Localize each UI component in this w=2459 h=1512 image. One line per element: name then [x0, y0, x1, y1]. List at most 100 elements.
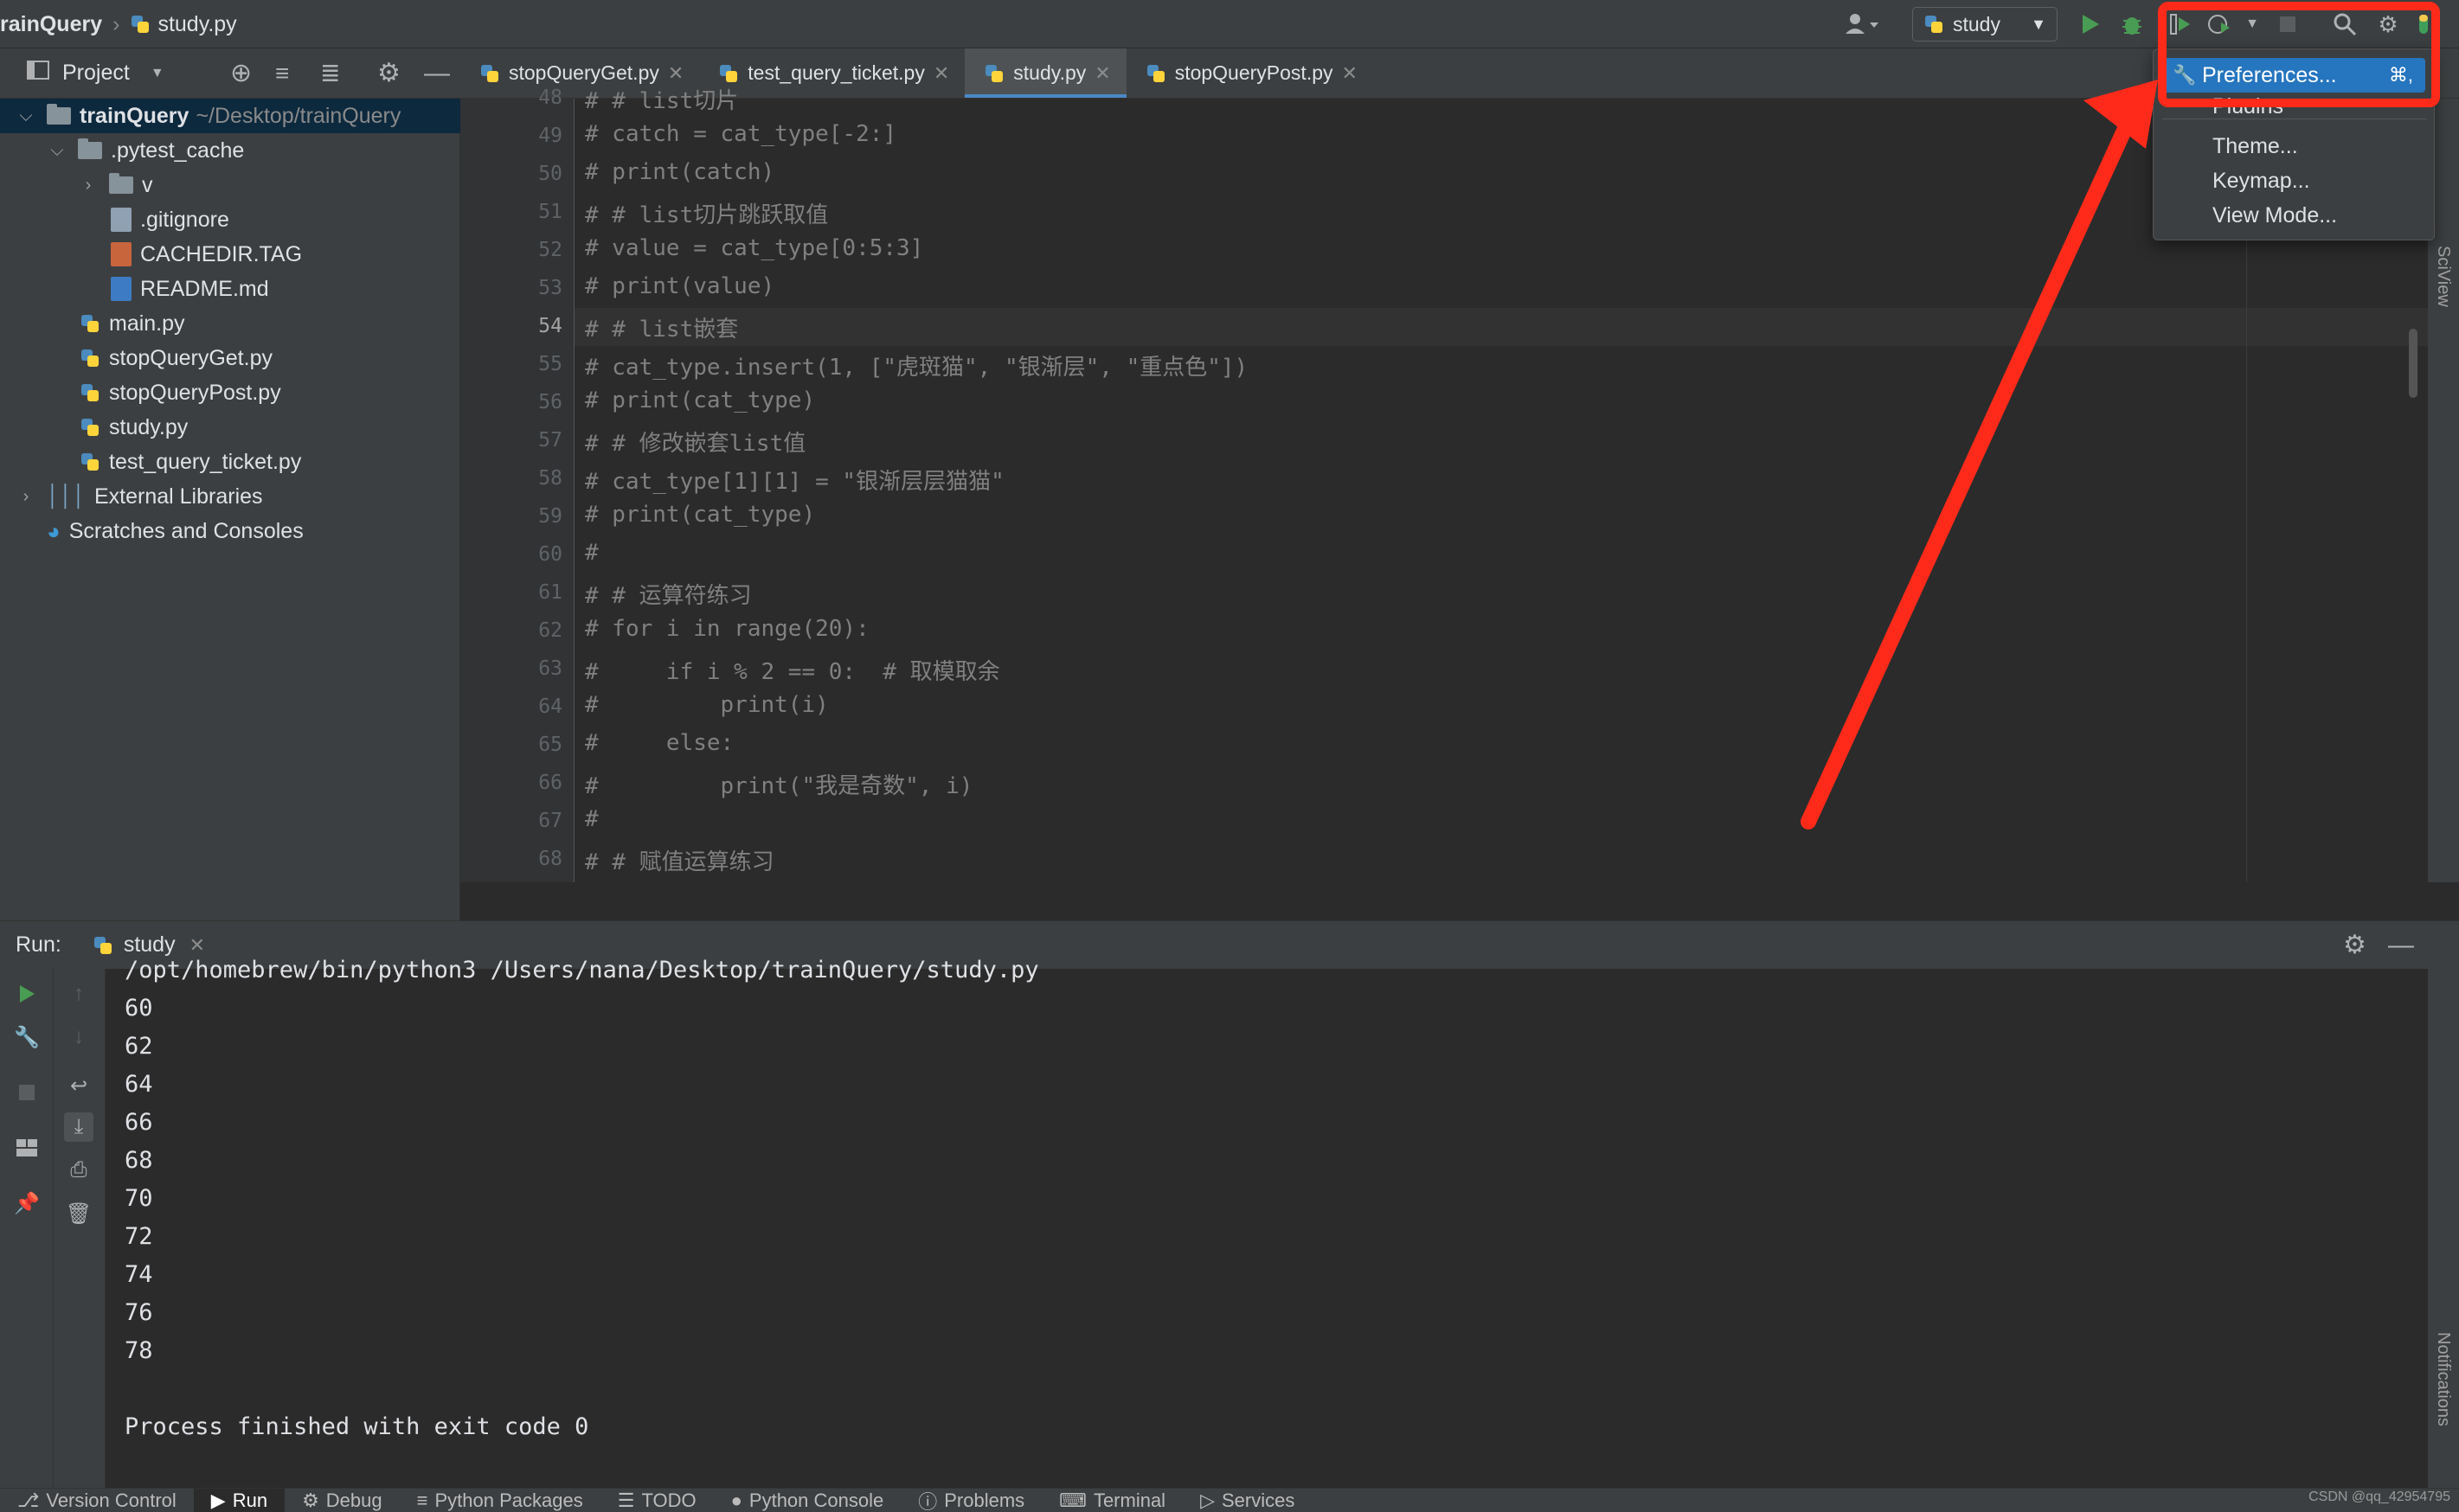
- statusbar-debug[interactable]: ⚙ Debug: [285, 1489, 400, 1512]
- code-line[interactable]: # else:: [585, 730, 734, 756]
- code-line[interactable]: # for i in range(20):: [585, 616, 870, 642]
- close-icon[interactable]: ✕: [1095, 62, 1110, 85]
- code-line[interactable]: # print(cat_type): [585, 388, 815, 413]
- tree-item-main[interactable]: main.py: [0, 306, 460, 341]
- breadcrumb-file[interactable]: study.py: [157, 12, 236, 37]
- code-line[interactable]: # value = cat_type[0:5:3]: [585, 235, 923, 261]
- code-line[interactable]: # # 修改嵌套list值: [585, 426, 806, 458]
- gear-icon[interactable]: ⚙: [2343, 930, 2366, 960]
- close-icon[interactable]: ✕: [668, 62, 684, 85]
- tree-item-cachedir-tag[interactable]: CACHEDIR.TAG: [0, 237, 460, 272]
- chevron-right-icon[interactable]: ›: [78, 176, 99, 195]
- scroll-to-end-icon[interactable]: ⤓: [64, 1112, 93, 1142]
- code-line[interactable]: # # list嵌套: [585, 311, 738, 343]
- gear-icon[interactable]: ⚙: [377, 58, 401, 88]
- pin-icon[interactable]: 📌: [12, 1188, 42, 1218]
- statusbar-todo[interactable]: ☰ TODO: [600, 1489, 714, 1512]
- line-number: 67: [538, 810, 562, 832]
- code-line[interactable]: #: [585, 540, 599, 566]
- user-icon[interactable]: [1834, 7, 1888, 42]
- tree-item-scratches[interactable]: ◕ Scratches and Consoles: [0, 514, 460, 548]
- chevron-right-icon[interactable]: ›: [16, 487, 36, 507]
- print-icon[interactable]: ⎙: [64, 1156, 93, 1185]
- tree-item-study[interactable]: study.py: [0, 410, 460, 445]
- menu-item-view-mode[interactable]: View Mode...: [2154, 198, 2436, 233]
- line-number: 59: [538, 505, 562, 528]
- tree-item-label: .gitignore: [140, 207, 229, 232]
- hide-icon[interactable]: —: [424, 59, 450, 88]
- statusbar-services[interactable]: ▷ Services: [1183, 1489, 1312, 1512]
- menu-item-keymap[interactable]: Keymap...: [2154, 163, 2436, 198]
- play-icon: ▶: [210, 1489, 226, 1511]
- tree-item-readme[interactable]: README.md: [0, 272, 460, 306]
- soft-wrap-icon[interactable]: ↩: [64, 1071, 93, 1100]
- chevron-down-icon[interactable]: ⌵: [47, 141, 67, 161]
- tree-item-label: trainQuery: [80, 103, 189, 128]
- tree-item-stopquerypost[interactable]: stopQueryPost.py: [0, 375, 460, 410]
- tree-item-label: study.py: [109, 414, 189, 439]
- expand-all-icon[interactable]: ≡: [275, 60, 289, 87]
- tree-item-trainquery[interactable]: ⌵ trainQuery ~/Desktop/trainQuery: [0, 99, 460, 133]
- tab-stopquerypost[interactable]: stopQueryPost.py ✕: [1127, 48, 1373, 98]
- collapse-all-icon[interactable]: ≣: [320, 59, 340, 87]
- wrench-icon[interactable]: 🔧: [12, 1022, 42, 1052]
- close-icon[interactable]: ✕: [934, 62, 949, 85]
- tree-item-test-query-ticket[interactable]: test_query_ticket.py: [0, 445, 460, 479]
- code-line[interactable]: # print(cat_type): [585, 502, 815, 528]
- line-number: 57: [538, 429, 562, 452]
- tab-test-query-ticket[interactable]: test_query_ticket.py ✕: [699, 48, 965, 98]
- tree-item-pytest-cache[interactable]: ⌵ .pytest_cache: [0, 133, 460, 168]
- tree-item-gitignore[interactable]: .gitignore: [0, 202, 460, 237]
- code-line[interactable]: # cat_type[1][1] = "银渐层层猫猫": [585, 464, 1005, 496]
- menu-item-theme[interactable]: Theme...: [2154, 129, 2436, 163]
- hide-icon[interactable]: —: [2388, 931, 2414, 960]
- tree-item-v[interactable]: › v: [0, 168, 460, 202]
- statusbar-version-control[interactable]: ⎇ Version Control: [0, 1489, 194, 1512]
- tree-item-label: External Libraries: [94, 484, 263, 509]
- arrow-up-icon[interactable]: ↑: [64, 979, 93, 1009]
- notifications-strip[interactable]: Notifications: [2428, 969, 2459, 1488]
- code-line[interactable]: # # list切片跳跃取值: [585, 197, 828, 229]
- statusbar-python-console[interactable]: ● Python Console: [714, 1489, 902, 1512]
- rerun-icon[interactable]: [12, 979, 42, 1009]
- tree-item-stopqueryget[interactable]: stopQueryGet.py: [0, 341, 460, 375]
- stop-icon[interactable]: [12, 1078, 42, 1107]
- code-line[interactable]: # catch = cat_type[-2:]: [585, 121, 896, 147]
- run-configuration-select[interactable]: study ▼: [1912, 7, 2058, 42]
- layout-icon[interactable]: [12, 1133, 42, 1163]
- locate-icon[interactable]: ⊕: [230, 58, 252, 88]
- statusbar-python-packages[interactable]: ≡ Python Packages: [400, 1489, 600, 1512]
- chevron-down-icon[interactable]: ▼: [151, 66, 164, 81]
- code-line[interactable]: # cat_type.insert(1, ["虎斑猫", "银渐层", "重点色…: [585, 349, 1248, 381]
- close-icon[interactable]: ✕: [1342, 62, 1358, 85]
- sciview-label[interactable]: SciView: [2433, 246, 2453, 307]
- code-line[interactable]: # print("我是奇数", i): [585, 768, 973, 800]
- project-view-title[interactable]: Project: [62, 61, 130, 86]
- code-line[interactable]: # # 赋值运算练习: [585, 844, 774, 876]
- code-line[interactable]: # # list切片: [585, 83, 738, 115]
- close-icon[interactable]: ✕: [189, 934, 205, 957]
- code-line[interactable]: #: [585, 806, 599, 832]
- breadcrumb-project[interactable]: rainQuery: [0, 12, 102, 37]
- debug-icon[interactable]: [2115, 7, 2149, 42]
- tree-item-label: README.md: [140, 276, 269, 301]
- tree-item-external-libraries[interactable]: › │││ External Libraries: [0, 479, 460, 514]
- chevron-down-icon[interactable]: ⌵: [16, 106, 36, 126]
- trash-icon[interactable]: 🗑: [64, 1199, 93, 1228]
- statusbar-terminal[interactable]: ⌨ Terminal: [1042, 1489, 1183, 1512]
- code-line[interactable]: # print(value): [585, 273, 774, 299]
- statusbar-run[interactable]: ▶ Run: [193, 1488, 286, 1512]
- code-line[interactable]: # print(catch): [585, 159, 774, 185]
- notifications-label[interactable]: Notifications: [2433, 1332, 2453, 1426]
- code-line[interactable]: # if i % 2 == 0: # 取模取余: [585, 654, 1000, 686]
- editor-scrollbar[interactable]: [2409, 329, 2417, 398]
- tab-study[interactable]: study.py ✕: [965, 48, 1127, 98]
- code-line[interactable]: # print(i): [585, 692, 829, 718]
- arrow-down-icon[interactable]: ↓: [64, 1022, 93, 1052]
- code-line[interactable]: # # 运算符练习: [585, 578, 752, 610]
- tab-label: test_query_ticket.py: [748, 61, 925, 84]
- run-tab-label[interactable]: study: [124, 932, 176, 958]
- run-icon[interactable]: [2073, 7, 2108, 42]
- run-console[interactable]: [106, 969, 2428, 1488]
- statusbar-problems[interactable]: ⓘ Problems: [901, 1489, 1042, 1512]
